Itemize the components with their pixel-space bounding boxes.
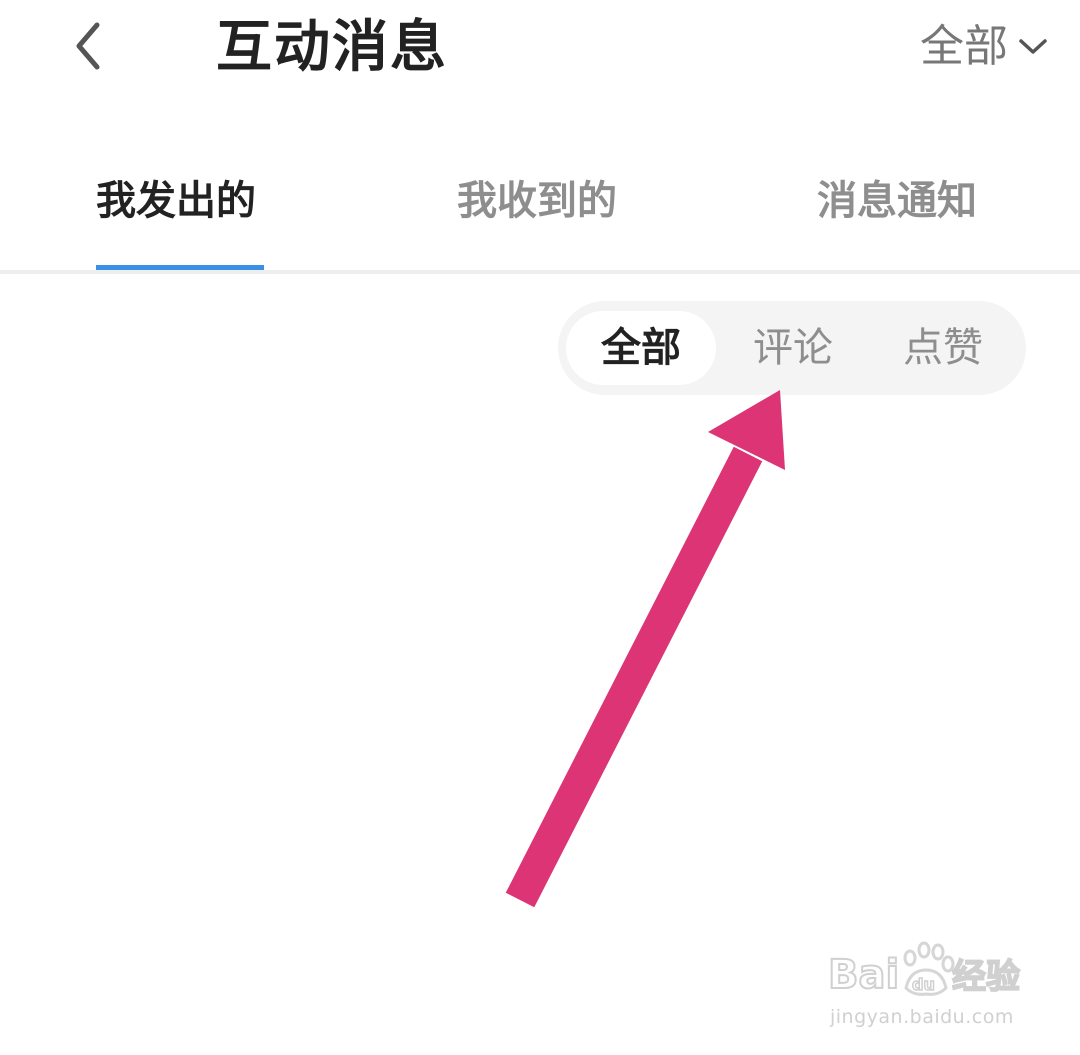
svg-text:经验: 经验: [952, 957, 1020, 997]
segment-all[interactable]: 全部: [566, 311, 716, 385]
tab-divider: [0, 270, 1080, 274]
type-filter-segmented-control: 全部 评论 点赞: [558, 301, 1026, 395]
segment-comments[interactable]: 评论: [738, 311, 848, 385]
tab-received[interactable]: 我收到的: [457, 172, 617, 230]
back-button[interactable]: [64, 18, 112, 74]
chevron-down-icon: [1019, 39, 1047, 54]
tab-notifications[interactable]: 消息通知: [817, 172, 977, 230]
watermark-url: jingyan.baidu.com: [830, 1006, 1014, 1028]
svg-text:Bai: Bai: [828, 952, 899, 998]
page-title: 互动消息: [216, 15, 448, 80]
filter-dropdown-label: 全部: [920, 21, 1008, 72]
filter-dropdown[interactable]: 全部: [920, 14, 1048, 80]
tab-sent[interactable]: 我发出的: [96, 172, 256, 230]
interaction-messages-screen: 互动消息 全部 我发出的 我收到的 消息通知 全部 评论 点赞 Bai du 经…: [0, 0, 1080, 1055]
segment-likes[interactable]: 点赞: [888, 311, 998, 385]
baidu-paw-logo: Bai du 经验: [827, 941, 1021, 999]
svg-text:du: du: [912, 975, 935, 994]
baidu-jingyan-watermark: Bai du 经验 jingyan.baidu.com: [826, 936, 1026, 1036]
tab-bar: 我发出的 我收到的 消息通知: [0, 150, 1080, 272]
chevron-left-icon: [76, 22, 100, 70]
